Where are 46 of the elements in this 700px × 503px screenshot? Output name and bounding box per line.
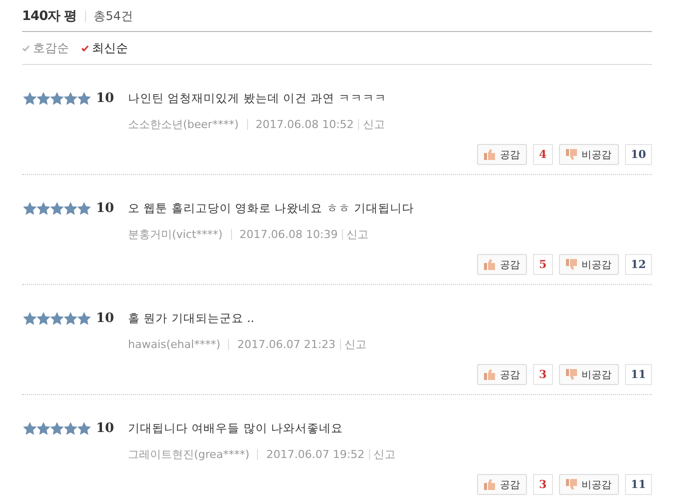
dislike-count: 11 — [624, 364, 652, 385]
review-text: 오 웹툰 홀리고당이 영화로 나왔네요 ㅎㅎ 기대됩니다 — [128, 201, 414, 216]
sort-option[interactable]: 호감순 — [22, 40, 69, 56]
review-text: 홀 뭔가 기대되는군요 .. — [128, 311, 254, 326]
thumbs-down-icon — [566, 479, 578, 490]
dislike-count: 11 — [624, 474, 652, 495]
author: 분홍거미(vict****) — [128, 227, 223, 242]
review-date: 2017.06.08 10:52 — [256, 118, 354, 131]
thumbs-up-icon — [484, 369, 496, 380]
review-date: 2017.06.07 21:23 — [237, 338, 336, 351]
thumbs-down-icon — [566, 369, 578, 380]
like-button[interactable]: 공감 — [477, 254, 528, 275]
author: 그레이트현진(grea****) — [128, 447, 250, 462]
like-count: 3 — [533, 474, 553, 495]
total-count: 총54건 — [94, 8, 133, 24]
dislike-button[interactable]: 비공감 — [558, 144, 619, 165]
like-button[interactable]: 공감 — [477, 474, 528, 495]
check-icon — [81, 44, 89, 52]
author: hawais(ehal****) — [128, 338, 220, 351]
section-title: 140자 평 — [22, 8, 77, 25]
thumbs-up-icon — [484, 259, 496, 270]
dislike-count: 12 — [624, 254, 652, 275]
review-date: 2017.06.08 10:39 — [240, 228, 338, 241]
sort-option[interactable]: 최신순 — [81, 40, 128, 56]
dislike-button[interactable]: 비공감 — [558, 364, 619, 385]
score: 10 — [96, 311, 116, 326]
thumbs-down-icon — [566, 149, 578, 160]
thumbs-down-icon — [566, 259, 578, 270]
check-icon — [22, 44, 30, 52]
author: 소소한소년(beer****) — [128, 117, 239, 132]
like-count: 5 — [533, 254, 553, 275]
dislike-button[interactable]: 비공감 — [558, 474, 619, 495]
score: 10 — [96, 421, 116, 436]
dislike-count: 10 — [624, 144, 652, 165]
like-count: 4 — [533, 144, 553, 165]
review-text: 기대됩니다 여배우들 많이 나와서좋네요 — [128, 421, 343, 436]
like-button[interactable]: 공감 — [477, 364, 528, 385]
review-text: 나인틴 엄청재미있게 봤는데 이건 과연 ㅋㅋㅋㅋ — [128, 91, 386, 106]
score: 10 — [96, 201, 116, 216]
score: 10 — [96, 91, 116, 106]
dislike-button[interactable]: 비공감 — [558, 254, 619, 275]
thumbs-up-icon — [484, 149, 496, 160]
thumbs-up-icon — [484, 479, 496, 490]
review-date: 2017.06.07 19:52 — [266, 448, 365, 461]
like-button[interactable]: 공감 — [477, 144, 528, 165]
like-count: 3 — [533, 364, 553, 385]
